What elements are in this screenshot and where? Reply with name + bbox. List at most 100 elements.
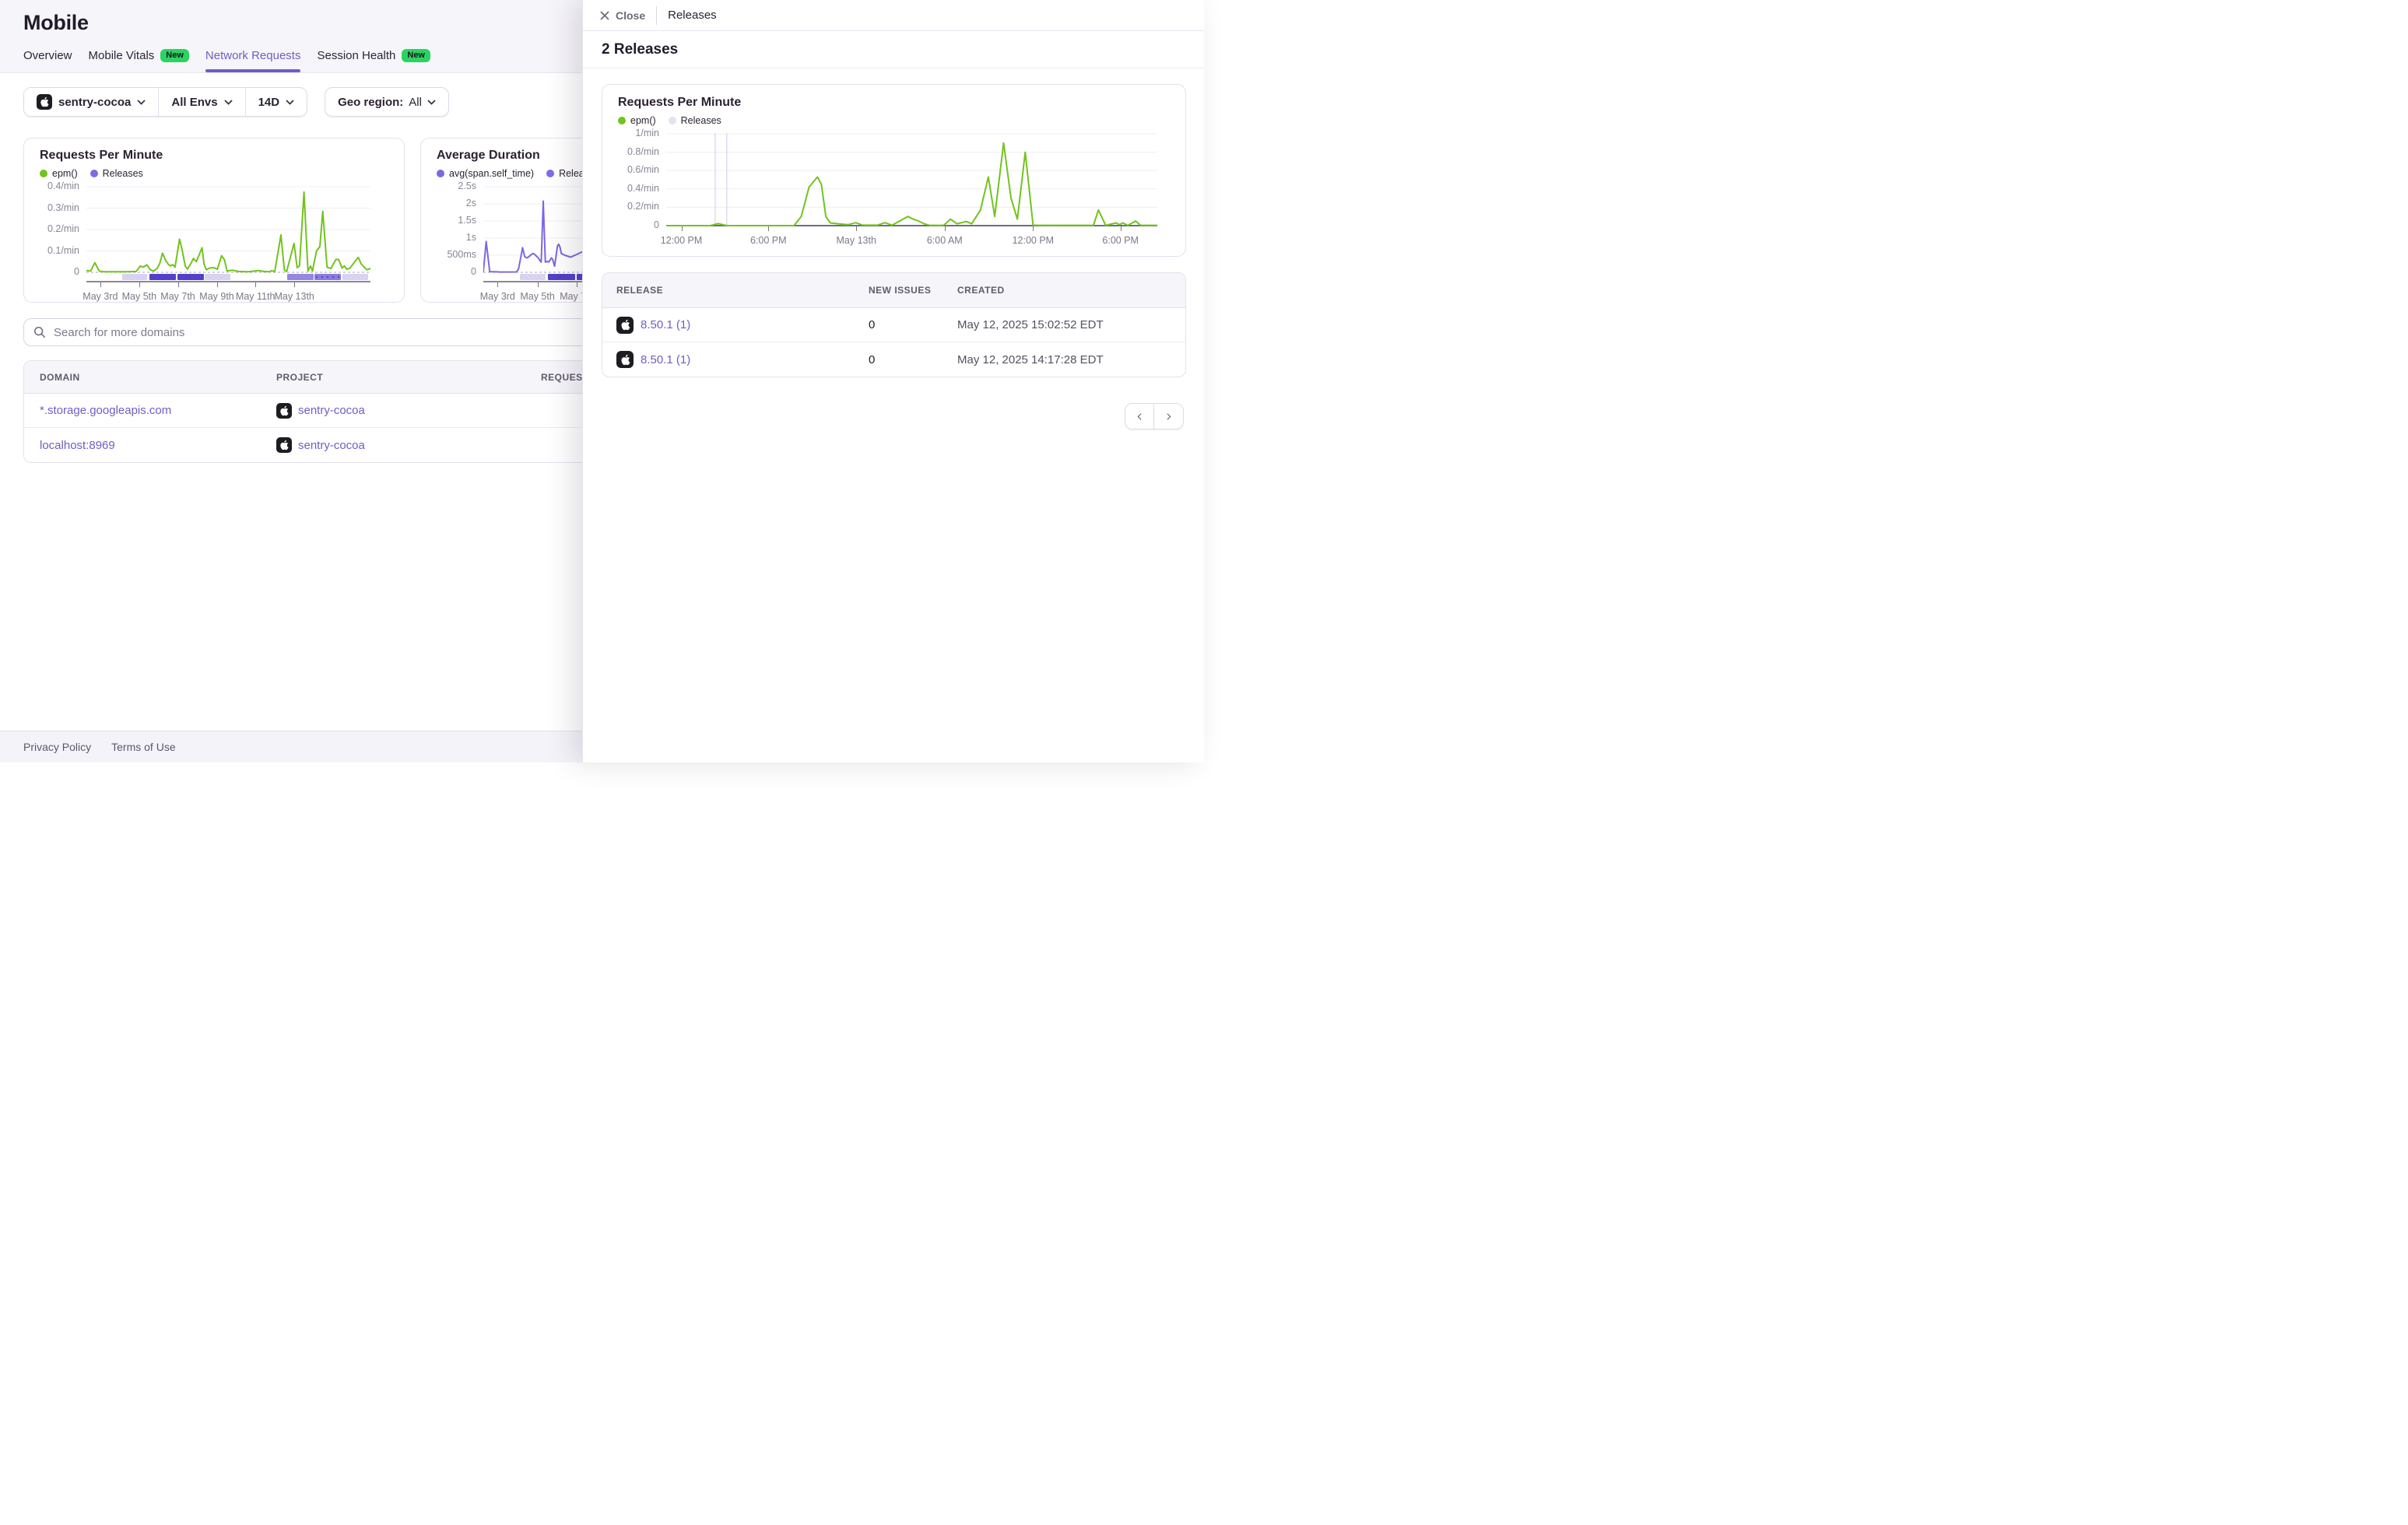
next-page-button[interactable] [1154,404,1183,429]
chart-body: 1/min0.8/min0.6/min0.4/min0.2/min0 12:00… [618,133,1170,248]
geo-region-filter-button[interactable]: Geo region: All [325,87,449,117]
chart-plot-area[interactable] [86,186,370,273]
release-created-date: May 12, 2025 14:17:28 EDT [957,353,1185,366]
chart-title: Requests Per Minute [40,149,388,163]
domain-link[interactable]: localhost:8969 [40,439,115,452]
release-version-link[interactable]: 8.50.1 (1) [641,318,690,331]
chevron-down-icon [137,100,146,105]
domain-link[interactable]: *.storage.googleapis.com [40,404,171,417]
date-range-filter-label: 14D [258,96,280,109]
releases-table: Release New Issues Created 8.50.1 (1) 0 … [602,272,1186,377]
project-filter-label: sentry-cocoa [58,96,131,109]
geo-region-label: Geo region: [338,96,403,109]
release-version-link[interactable]: 8.50.1 (1) [641,353,690,366]
previous-page-button[interactable] [1125,404,1154,429]
requests-per-minute-chart-card: Requests Per Minute epm() Releases 0.4/mi… [23,138,405,303]
tab-mobile-vitals[interactable]: Mobile Vitals New [89,49,189,72]
apple-icon [276,437,292,453]
column-header-new-issues: New Issues [869,285,957,296]
panel-heading-section: 2 Releases [583,31,1204,68]
tab-session-health[interactable]: Session Health New [317,49,430,72]
legend-dot-icon [437,170,444,177]
geo-region-value: All [409,96,422,109]
apple-icon [616,317,634,334]
release-band[interactable] [177,274,204,280]
terms-of-use-link[interactable]: Terms of Use [111,741,175,753]
x-axis-ticks [86,282,370,288]
chevron-down-icon [286,100,294,105]
close-icon [600,11,609,20]
legend-dot-icon [90,170,98,177]
close-label: Close [616,9,645,22]
release-created-date: May 12, 2025 15:02:52 EDT [957,318,1185,331]
x-axis-labels: May 3rdMay 5thMay 7thMay 9thMay 11thMay … [86,290,370,304]
legend-dot-icon [618,117,626,124]
releases-panel: Close Releases 2 Releases Requests Per M… [582,0,1204,762]
apple-icon [276,403,292,419]
panel-header: Close Releases [583,0,1204,31]
legend-item[interactable]: avg(span.self_time) [437,168,534,179]
chart-plot-area[interactable] [666,133,1157,226]
release-band[interactable] [149,274,176,280]
environment-filter-button[interactable]: All Envs [159,88,245,116]
chevron-right-icon [1164,412,1174,422]
release-band[interactable] [548,274,575,280]
column-header-release: Release [616,285,869,296]
new-badge: New [160,49,189,62]
release-band[interactable] [122,274,148,280]
chevron-down-icon [224,100,233,105]
search-icon [33,326,46,338]
release-band[interactable] [520,274,546,280]
legend-dot-icon [40,170,47,177]
legend-item[interactable]: Releases [669,115,721,126]
chart-body: 0.4/min0.3/min0.2/min0.1/min0 May 3rdMay… [40,186,388,304]
project-link[interactable]: sentry-cocoa [298,404,365,417]
date-range-filter-button[interactable]: 14D [246,88,307,116]
divider [656,6,657,25]
legend-item[interactable]: epm() [618,115,656,126]
chart-legend[interactable]: epm() Releases [618,115,1170,126]
environment-filter-label: All Envs [171,96,217,109]
chart-legend[interactable]: epm() Releases [40,168,388,179]
close-panel-button[interactable]: Close [600,9,645,22]
chevron-left-icon [1135,412,1145,422]
legend-item[interactable]: Releases [90,168,143,179]
project-filter-button[interactable]: sentry-cocoa [24,88,159,116]
tab-label: Session Health [317,49,395,62]
release-band[interactable] [342,274,369,280]
release-bands[interactable] [86,274,370,280]
panel-body: Requests Per Minute epm() Releases 1/min0… [583,68,1204,429]
apple-icon [37,94,52,110]
page-filter-group: sentry-cocoa All Envs 14D [23,87,307,117]
tab-overview[interactable]: Overview [23,49,72,72]
pagination [602,403,1185,429]
panel-requests-per-minute-chart-card: Requests Per Minute epm() Releases 1/min0… [602,84,1186,257]
release-band[interactable] [314,274,341,280]
new-issues-count: 0 [869,353,957,366]
chart-title: Requests Per Minute [618,96,1170,110]
table-row: 8.50.1 (1) 0 May 12, 2025 14:17:28 EDT [602,342,1185,377]
apple-icon [616,351,634,368]
x-axis-ticks [666,226,1157,232]
legend-dot-icon [546,170,554,177]
new-badge: New [402,49,430,62]
x-axis-labels: 12:00 PM6:00 PMMay 13th6:00 AM12:00 PM6:… [666,234,1157,248]
releases-table-header: Release New Issues Created [602,273,1185,308]
column-header-project: Project [276,372,541,383]
column-header-domain: Domain [40,372,276,383]
column-header-created: Created [957,285,1185,296]
legend-dot-icon [669,117,676,124]
tab-label: Mobile Vitals [89,49,155,62]
project-link[interactable]: sentry-cocoa [298,439,365,452]
release-band[interactable] [287,274,314,280]
release-band[interactable] [205,274,230,280]
panel-title: Releases [668,9,717,22]
privacy-policy-link[interactable]: Privacy Policy [23,741,91,753]
chevron-down-icon [427,100,436,105]
legend-item[interactable]: epm() [40,168,78,179]
tab-network-requests[interactable]: Network Requests [205,49,301,72]
new-issues-count: 0 [869,318,957,331]
pagination-group [1125,403,1184,429]
tab-label: Network Requests [205,49,301,62]
tab-label: Overview [23,49,72,62]
